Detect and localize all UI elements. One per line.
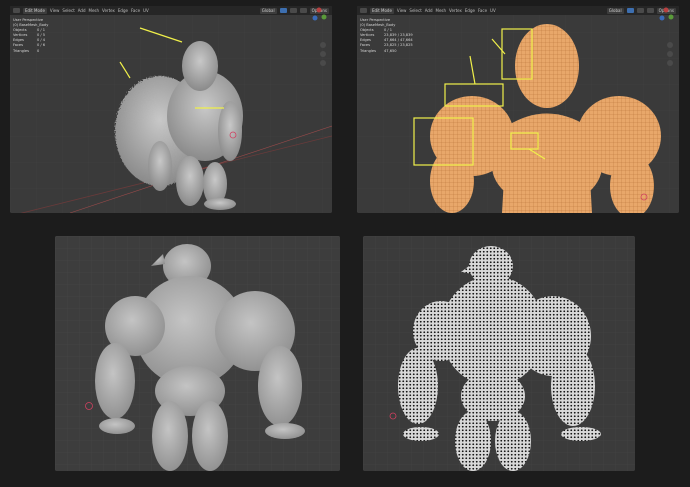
stat-value: 0	[37, 48, 40, 53]
pan-icon[interactable]	[320, 51, 326, 57]
viewport-header: Edit Mode View Select Add Mesh Vertex Ed…	[10, 6, 332, 15]
menu-view[interactable]: View	[50, 8, 60, 14]
camera-icon[interactable]	[320, 60, 326, 66]
nav-buttons	[667, 42, 673, 69]
menu-edge[interactable]: Edge	[118, 8, 128, 14]
menu-add[interactable]: Add	[78, 8, 86, 14]
menu-face[interactable]: Face	[478, 8, 487, 14]
shading-material-button[interactable]	[646, 8, 654, 13]
viewport-stats: User Perspective (0) BaseMesh_Body Objec…	[360, 18, 413, 54]
viewport-stats: User Perspective (0) BaseMesh_Body Objec…	[13, 18, 48, 54]
menu-add[interactable]: Add	[425, 8, 433, 14]
editor-type-icon[interactable]	[13, 8, 20, 13]
menu-view[interactable]: View	[397, 8, 407, 14]
mode-selector[interactable]: Edit Mode	[370, 7, 394, 14]
xray-toggle[interactable]	[626, 8, 634, 13]
menu-select[interactable]: Select	[62, 8, 74, 14]
zoom-icon[interactable]	[667, 42, 673, 48]
menu-uv[interactable]: UV	[490, 8, 496, 14]
pan-icon[interactable]	[667, 51, 673, 57]
camera-icon[interactable]	[667, 60, 673, 66]
viewport-canvas-4	[363, 236, 635, 471]
viewport-header: Edit Mode View Select Add Mesh Vertex Ed…	[357, 6, 679, 15]
menu-uv[interactable]: UV	[143, 8, 149, 14]
menu-vertex[interactable]: Vertex	[102, 8, 115, 14]
transform-orientation[interactable]: Global	[259, 7, 277, 14]
transform-orientation[interactable]: Global	[606, 7, 624, 14]
stat-label: Triangles	[360, 48, 376, 53]
stat-label: Triangles	[13, 48, 29, 53]
viewport-bottom-right[interactable]	[363, 236, 635, 471]
menu-mesh[interactable]: Mesh	[436, 8, 447, 14]
xray-toggle[interactable]	[279, 8, 287, 13]
zoom-icon[interactable]	[320, 42, 326, 48]
shading-solid-button[interactable]	[636, 8, 644, 13]
navigation-gizmo-icon[interactable]	[310, 6, 328, 24]
mode-selector[interactable]: Edit Mode	[23, 7, 47, 14]
menu-vertex[interactable]: Vertex	[449, 8, 462, 14]
viewport-top-left[interactable]: Edit Mode View Select Add Mesh Vertex Ed…	[10, 6, 332, 213]
navigation-gizmo-icon[interactable]	[657, 6, 675, 24]
viewport-canvas-3	[55, 236, 340, 471]
menu-mesh[interactable]: Mesh	[89, 8, 100, 14]
nav-buttons	[320, 42, 326, 69]
viewport-bottom-left[interactable]	[55, 236, 340, 471]
stat-value: 47,650	[384, 48, 397, 53]
viewport-canvas-1	[10, 6, 332, 213]
shading-solid-button[interactable]	[289, 8, 297, 13]
viewport-top-right[interactable]: Edit Mode View Select Add Mesh Vertex Ed…	[357, 6, 679, 213]
menu-select[interactable]: Select	[409, 8, 421, 14]
menu-edge[interactable]: Edge	[465, 8, 475, 14]
menu-face[interactable]: Face	[131, 8, 140, 14]
editor-type-icon[interactable]	[360, 8, 367, 13]
shading-material-button[interactable]	[299, 8, 307, 13]
